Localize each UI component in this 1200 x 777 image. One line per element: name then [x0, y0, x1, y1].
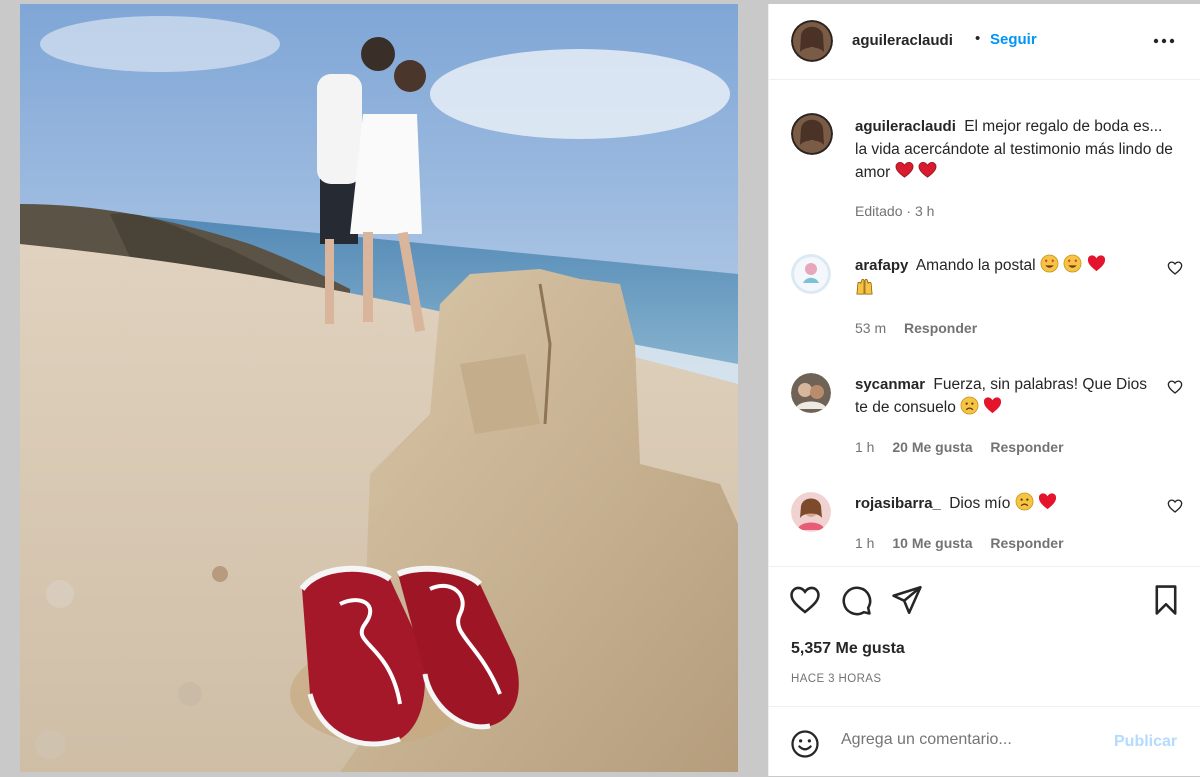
comment-text: arafapy Amando la postal — [855, 254, 1155, 300]
instagram-post-window: aguileraclaudi • Seguir aguileraclaudi E… — [0, 0, 1200, 777]
sad-face-emoji — [960, 396, 979, 415]
comment-meta: 1 h 20 Me gusta Responder — [855, 439, 1064, 455]
raised-hands-emoji — [856, 279, 873, 295]
heart-eyes-emoji — [1063, 254, 1082, 273]
comment-body: Amando la postal — [915, 257, 1036, 274]
heart-emoji — [895, 162, 914, 178]
heart-icon[interactable] — [1167, 260, 1183, 276]
separator-dot: • — [975, 30, 981, 47]
comment-icon[interactable] — [839, 583, 873, 617]
reply-button[interactable]: Responder — [904, 320, 977, 336]
reply-button[interactable]: Responder — [990, 439, 1063, 455]
share-icon[interactable] — [890, 583, 924, 617]
red-heart-emoji — [984, 397, 1002, 414]
heart-icon[interactable] — [1167, 498, 1183, 514]
header-username[interactable]: aguileraclaudi — [852, 32, 953, 49]
edited-label: Editado — [855, 203, 903, 219]
comment-body: Dios mío — [949, 495, 1011, 512]
comment-likes[interactable]: 10 Me gusta — [892, 535, 972, 551]
comment-text: sycanmar Fuerza, sin palabras! Que Dios … — [855, 373, 1155, 419]
heart-emoji — [918, 162, 937, 178]
avatar[interactable] — [791, 254, 831, 294]
comments-section[interactable]: aguileraclaudi El mejor regalo de boda e… — [769, 81, 1200, 566]
bookmark-icon[interactable] — [1149, 583, 1183, 617]
likes-count[interactable]: 5,357 Me gusta — [791, 640, 905, 658]
post-button[interactable]: Publicar — [1114, 733, 1177, 751]
comment-time[interactable]: 1 h — [855, 439, 874, 455]
post-side-panel: aguileraclaudi • Seguir aguileraclaudi E… — [768, 4, 1200, 776]
heart-icon[interactable] — [788, 583, 822, 617]
comment-username[interactable]: rojasibarra_ — [855, 495, 941, 512]
post-actions: 5,357 Me gusta HACE 3 HORAS Publicar — [769, 566, 1200, 776]
follow-button[interactable]: Seguir — [990, 31, 1037, 48]
beach-photo-illustration — [20, 4, 738, 772]
post-timestamp[interactable]: HACE 3 HORAS — [791, 673, 881, 685]
more-horizontal-icon[interactable] — [1149, 26, 1179, 56]
comment-text: rojasibarra_ Dios mío — [855, 492, 1155, 515]
post-photo[interactable] — [20, 4, 738, 772]
sad-face-emoji — [1015, 492, 1034, 511]
comment-input[interactable] — [841, 731, 1101, 749]
avatar[interactable] — [791, 492, 831, 532]
heart-icon[interactable] — [1167, 379, 1183, 395]
avatar[interactable] — [791, 113, 833, 155]
comment-time[interactable]: 53 m — [855, 320, 886, 336]
emoji-smile-icon[interactable] — [790, 729, 820, 759]
heart-eyes-emoji — [1040, 254, 1059, 273]
post-header: aguileraclaudi • Seguir — [769, 4, 1200, 80]
red-heart-emoji — [1038, 493, 1057, 510]
comment-username[interactable]: sycanmar — [855, 376, 925, 393]
comment-username[interactable]: arafapy — [855, 257, 908, 274]
add-comment-bar: Publicar — [769, 706, 1200, 777]
avatar[interactable] — [791, 20, 833, 62]
comment-likes[interactable]: 20 Me gusta — [892, 439, 972, 455]
caption-time[interactable]: 3 h — [915, 203, 934, 219]
avatar[interactable] — [791, 373, 831, 413]
red-heart-emoji — [1087, 255, 1105, 272]
comment-time[interactable]: 1 h — [855, 535, 874, 551]
caption-text: aguileraclaudi El mejor regalo de boda e… — [855, 115, 1175, 184]
caption-username[interactable]: aguileraclaudi — [855, 118, 956, 135]
comment-meta: 1 h 10 Me gusta Responder — [855, 535, 1064, 551]
caption-meta: Editado · 3 h — [855, 203, 934, 219]
meta-separator: · — [906, 203, 912, 219]
reply-button[interactable]: Responder — [990, 535, 1063, 551]
comment-meta: 53 m Responder — [855, 320, 977, 336]
